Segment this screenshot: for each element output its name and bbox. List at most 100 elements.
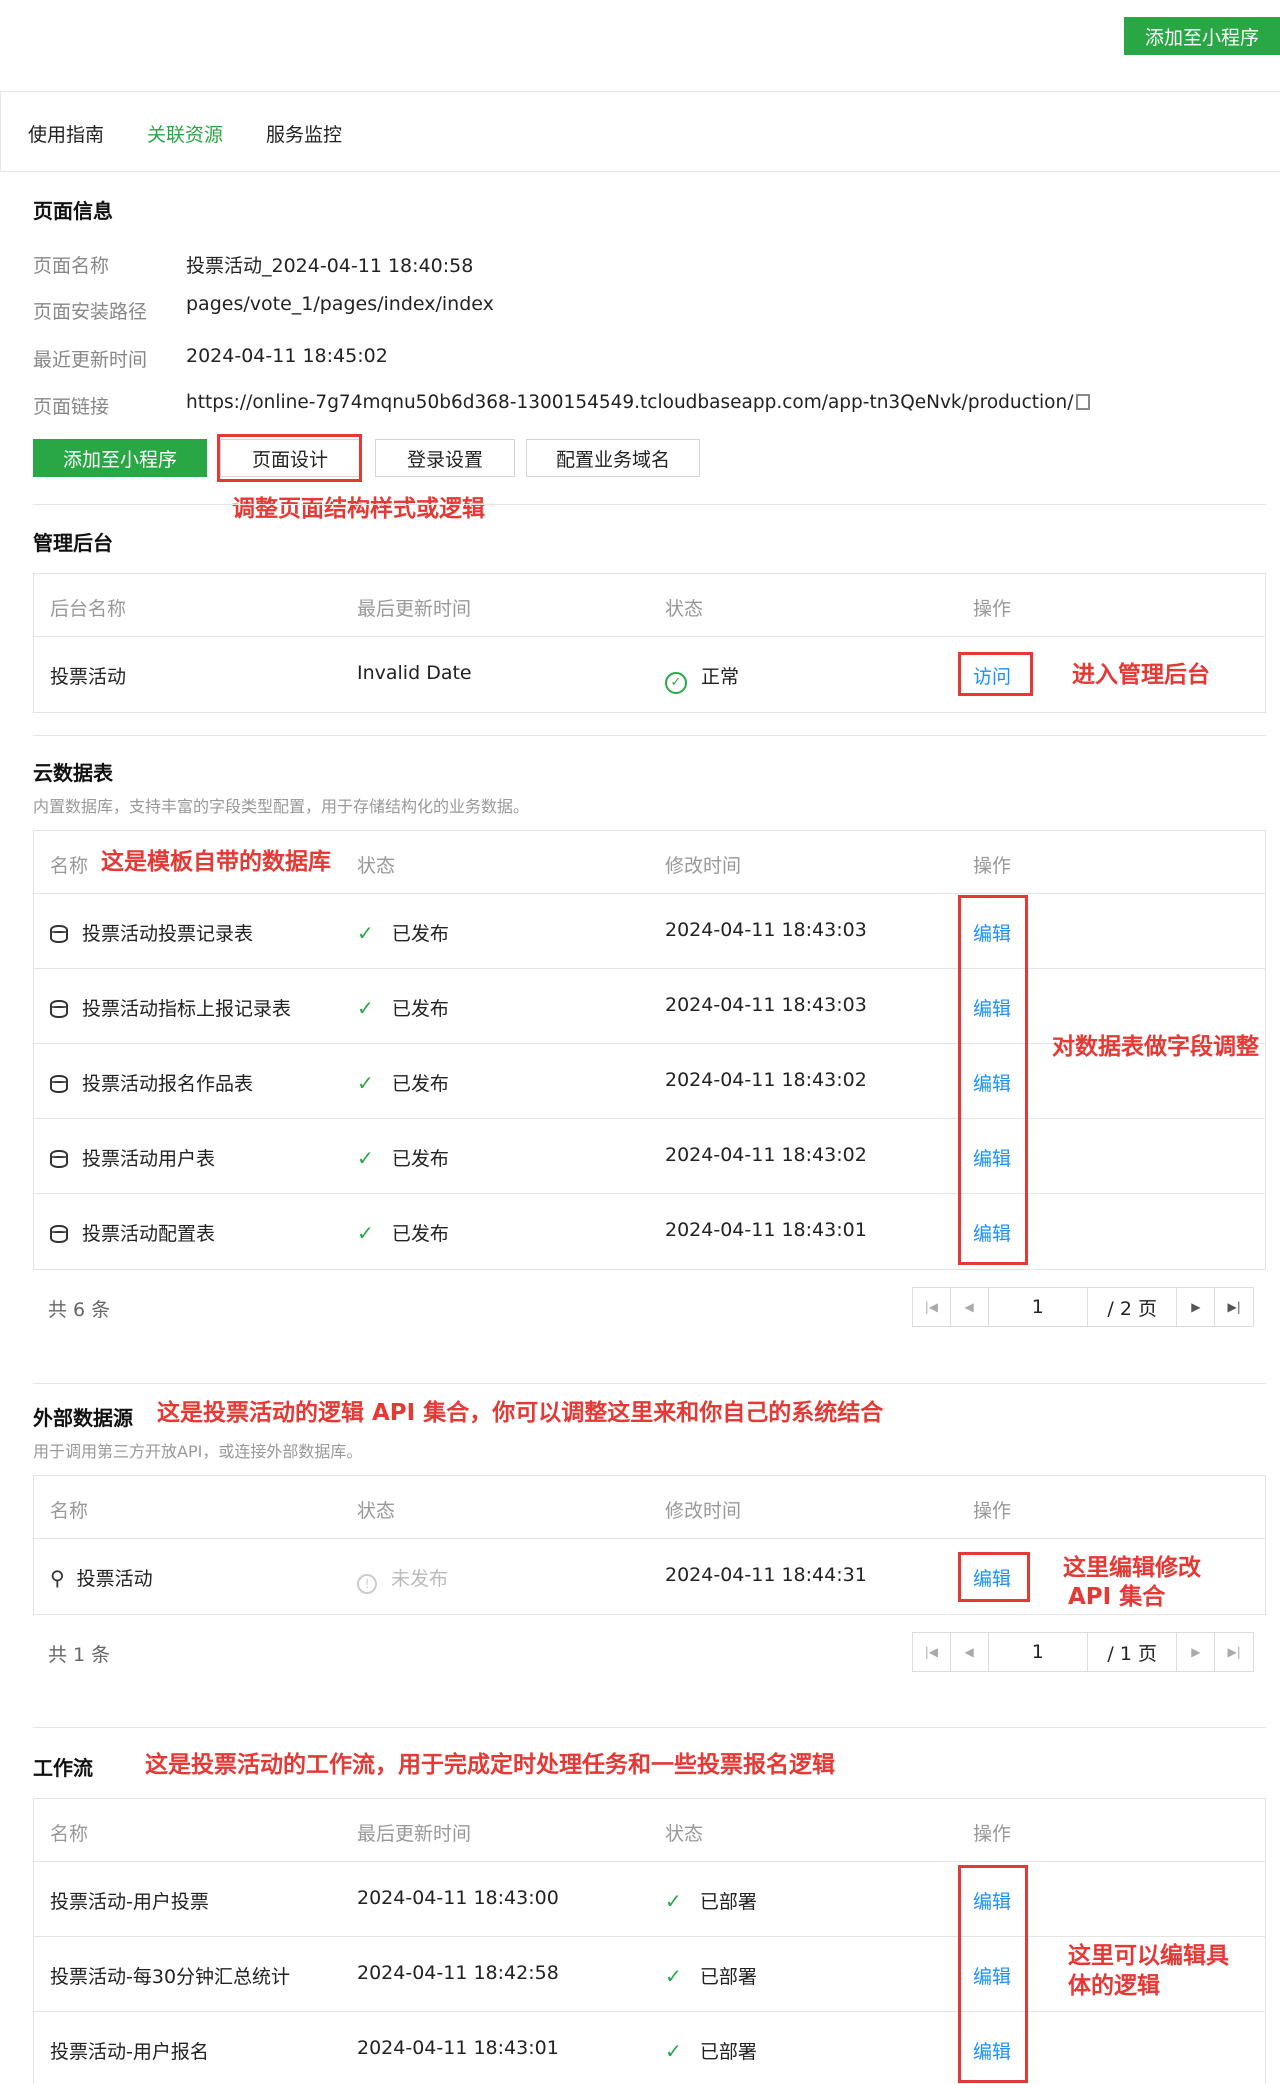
workflow-title: 工作流 <box>33 1756 93 1780</box>
db-time: 2024-04-11 18:43:03 <box>665 919 867 941</box>
external-title: 外部数据源 <box>33 1406 133 1430</box>
page-link-value[interactable]: https://online-7g74mqnu50b6d368-13001545… <box>186 392 1073 413</box>
table-row: 投票活动-用户报名 2024-04-11 18:43:01 ✓ 已部署 编辑 <box>34 2012 1265 2084</box>
admin-title: 管理后台 <box>33 531 113 555</box>
annotation-db-template: 这是模板自带的数据库 <box>101 849 331 875</box>
header-status: 状态 <box>357 1500 396 1522</box>
check-icon: ✓ <box>665 1889 682 1913</box>
annotation-workflow-edit-1: 这里可以编辑具 <box>1068 1943 1229 1969</box>
workflow-time: 2024-04-11 18:42:58 <box>357 1962 559 1984</box>
tab-resources[interactable]: 关联资源 <box>147 120 223 147</box>
header-name: 名称 <box>50 1500 89 1522</box>
copy-icon[interactable] <box>1076 394 1091 410</box>
workflow-status: ✓ 已部署 <box>665 1889 757 1913</box>
db-name: 投票活动指标上报记录表 <box>50 994 291 1021</box>
info-circle-icon: ! <box>357 1574 377 1594</box>
domain-config-button[interactable]: 配置业务域名 <box>526 439 700 477</box>
header-action: 操作 <box>973 1500 1012 1522</box>
db-status: ✓ 已发布 <box>357 1146 449 1170</box>
database-icon <box>50 1000 68 1018</box>
external-table-header: 名称 状态 修改时间 操作 <box>34 1476 1265 1539</box>
db-time: 2024-04-11 18:43:03 <box>665 994 867 1016</box>
header-status: 状态 <box>665 1823 704 1845</box>
header-name: 名称 <box>50 1823 89 1845</box>
annotation-workflow: 这是投票活动的工作流，用于完成定时处理任务和一些投票报名逻辑 <box>145 1752 835 1778</box>
last-page-icon[interactable]: ▶| <box>1215 1633 1253 1671</box>
annotation-box-api-edit <box>958 1552 1030 1602</box>
workflow-table: 名称 最后更新时间 状态 操作 投票活动-用户投票 2024-04-11 18:… <box>33 1798 1266 2084</box>
login-settings-button[interactable]: 登录设置 <box>375 439 515 477</box>
page-name-label: 页面名称 <box>33 255 110 277</box>
annotation-box-db-edit <box>958 895 1028 1265</box>
tab-monitor[interactable]: 服务监控 <box>266 120 342 147</box>
prev-page-icon[interactable]: ◀ <box>951 1633 989 1671</box>
first-page-icon[interactable]: |◀ <box>913 1288 951 1326</box>
cloud-db-title: 云数据表 <box>33 761 113 785</box>
db-status: ✓ 已发布 <box>357 996 449 1020</box>
annotation-workflow-edit-2: 体的逻辑 <box>1068 1973 1160 1999</box>
tab-guide[interactable]: 使用指南 <box>28 120 104 147</box>
table-row: 投票活动配置表 ✓ 已发布 2024-04-11 18:43:01 编辑 <box>34 1194 1265 1269</box>
header-action: 操作 <box>973 598 1012 620</box>
table-row: 投票活动投票记录表 ✓ 已发布 2024-04-11 18:43:03 编辑 <box>34 894 1265 969</box>
workflow-name: 投票活动-用户报名 <box>50 2041 209 2063</box>
divider <box>33 504 1266 505</box>
db-status: ✓ 已发布 <box>357 921 449 945</box>
admin-updated: Invalid Date <box>357 662 472 684</box>
last-page-icon[interactable]: ▶| <box>1215 1288 1253 1326</box>
divider <box>33 735 1266 736</box>
divider <box>33 1727 1266 1728</box>
header-updated: 最后更新时间 <box>357 598 472 620</box>
database-icon <box>50 925 68 943</box>
db-name: 投票活动用户表 <box>50 1144 215 1171</box>
header-name: 名称 <box>50 855 89 877</box>
prev-page-icon[interactable]: ◀ <box>951 1288 989 1326</box>
admin-table-header: 后台名称 最后更新时间 状态 操作 <box>34 574 1265 637</box>
next-page-icon[interactable]: ▶ <box>1177 1633 1216 1671</box>
db-status: ✓ 已发布 <box>357 1071 449 1095</box>
db-time: 2024-04-11 18:43:01 <box>665 1219 867 1241</box>
page-name-value: 投票活动_2024-04-11 18:40:58 <box>186 255 474 277</box>
page-input[interactable]: 1 <box>989 1633 1088 1671</box>
db-status: ✓ 已发布 <box>357 1221 449 1245</box>
header-modified: 修改时间 <box>665 855 742 877</box>
api-status: ! 未发布 <box>357 1564 448 1594</box>
check-icon: ✓ <box>357 996 374 1020</box>
tab-bar: 使用指南 关联资源 服务监控 <box>0 92 1280 172</box>
header-action: 操作 <box>973 855 1012 877</box>
updated-time-label: 最近更新时间 <box>33 349 148 371</box>
check-icon: ✓ <box>357 1071 374 1095</box>
api-name: ⚲ 投票活动 <box>50 1566 153 1590</box>
header-status: 状态 <box>357 855 396 877</box>
db-name: 投票活动报名作品表 <box>50 1069 253 1096</box>
check-icon: ✓ <box>665 2039 682 2063</box>
annotation-box-page-design <box>217 434 362 482</box>
db-pager: |◀ ◀ 1 / 2 页 ▶ ▶| <box>912 1287 1254 1327</box>
add-to-miniprogram-top-button[interactable]: 添加至小程序 <box>1124 17 1280 55</box>
page-info-title: 页面信息 <box>33 199 113 223</box>
page-link-row: https://online-7g74mqnu50b6d368-13001545… <box>186 392 1091 413</box>
annotation-external: 这是投票活动的逻辑 API 集合，你可以调整这里来和你自己的系统结合 <box>157 1400 884 1426</box>
first-page-icon[interactable]: |◀ <box>913 1633 951 1671</box>
add-to-miniprogram-button[interactable]: 添加至小程序 <box>33 439 207 477</box>
updated-time-value: 2024-04-11 18:45:02 <box>186 345 388 367</box>
check-icon: ✓ <box>665 1964 682 1988</box>
api-link-icon: ⚲ <box>50 1566 65 1590</box>
page-path-label: 页面安装路径 <box>33 301 148 323</box>
top-bar: 添加至小程序 <box>0 0 1280 92</box>
next-page-icon[interactable]: ▶ <box>1177 1288 1216 1326</box>
annotation-api-edit-1: 这里编辑修改 <box>1063 1555 1201 1581</box>
table-row: 投票活动-用户投票 2024-04-11 18:43:00 ✓ 已部署 编辑 <box>34 1862 1265 1937</box>
workflow-status: ✓ 已部署 <box>665 1964 757 1988</box>
header-updated: 最后更新时间 <box>357 1823 472 1845</box>
workflow-name: 投票活动-用户投票 <box>50 1891 209 1913</box>
page-total: / 1 页 <box>1088 1633 1178 1671</box>
workflow-name: 投票活动-每30分钟汇总统计 <box>50 1966 291 1988</box>
api-total-count: 共 1 条 <box>48 1644 111 1666</box>
header-action: 操作 <box>973 1823 1012 1845</box>
annotation-api-edit-2: API 集合 <box>1068 1584 1166 1610</box>
header-status: 状态 <box>665 598 704 620</box>
cloud-db-desc: 内置数据库，支持丰富的字段类型配置，用于存储结构化的业务数据。 <box>33 797 530 816</box>
page-input[interactable]: 1 <box>989 1288 1088 1326</box>
divider <box>33 1383 1266 1384</box>
